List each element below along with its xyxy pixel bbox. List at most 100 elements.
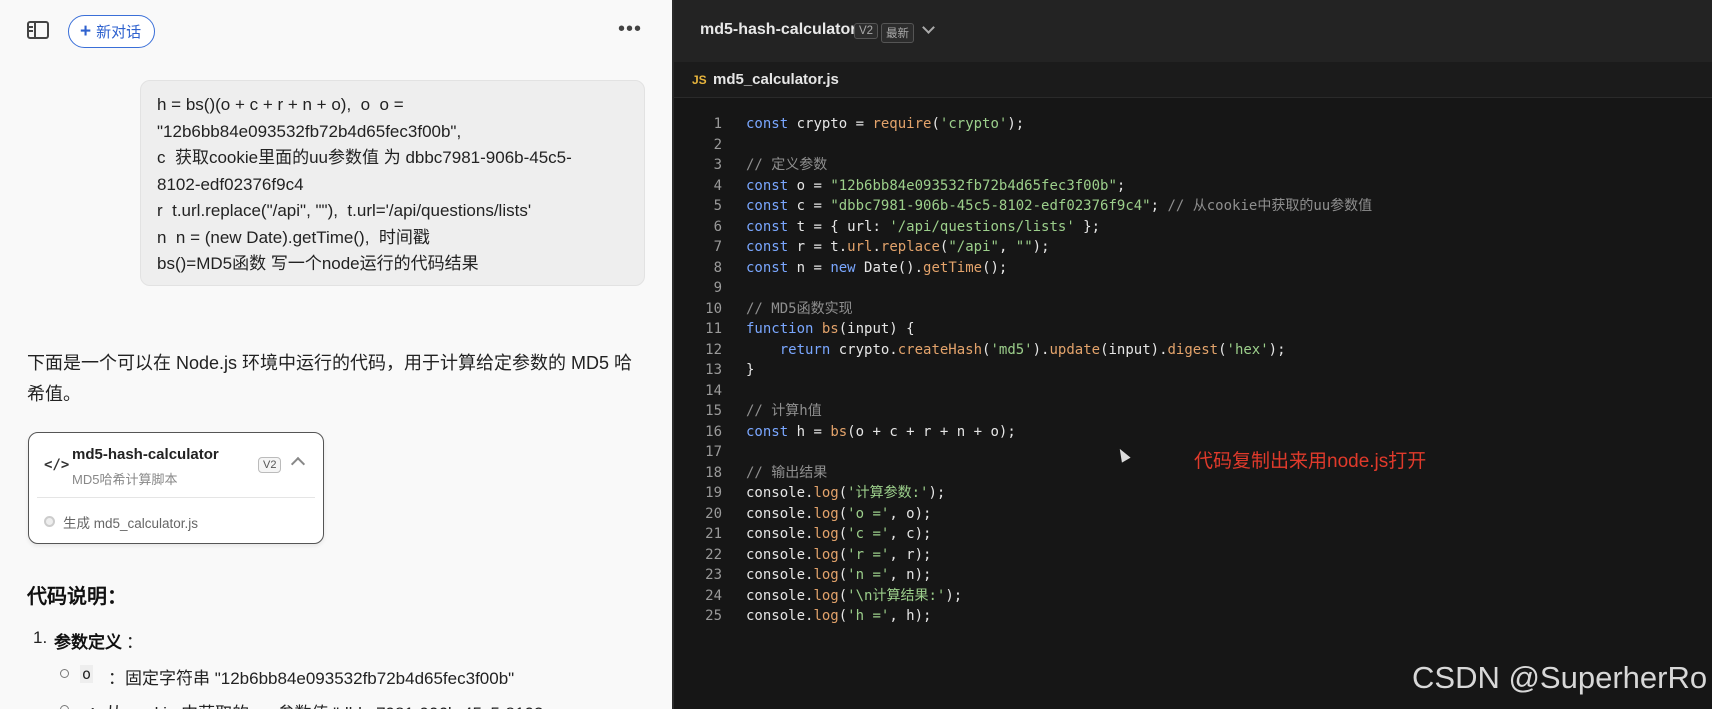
user-message-line: c 获取cookie里面的uu参数值 为 dbbc7981-906b-45c5- xyxy=(157,148,572,167)
line-number: 19 xyxy=(705,485,722,501)
line-number: 4 xyxy=(713,177,722,194)
line-number: 6 xyxy=(713,218,722,235)
code-line: 20 console.log('o =', o); xyxy=(674,504,1712,525)
code-text: console.log('o =', o); xyxy=(746,505,932,522)
line-number: 5 xyxy=(713,198,722,214)
user-message-line: 8102-edf02376f9c4 xyxy=(157,174,304,194)
code-text: // 计算h值 xyxy=(746,403,822,419)
code-line: 23 console.log('n =', n); xyxy=(674,565,1712,586)
code-text: function bs(input) { xyxy=(746,321,915,337)
chevron-down-icon[interactable] xyxy=(922,21,935,34)
code-text: console.log('h =', h); xyxy=(746,608,932,624)
artifact-title: md5-hash-calculator xyxy=(72,446,219,463)
artifact-panel-title: md5-hash-calculator xyxy=(700,21,857,38)
user-message-line: h = bs()(o + c + r + n + o), o o = xyxy=(157,95,404,114)
line-number: 17 xyxy=(705,444,722,460)
code-line: 12 return crypto.createHash('md5').updat… xyxy=(674,340,1712,361)
list-subitem-text: ：固定字符串 "12b6bb84e093532fb72b4d65fec3f00b… xyxy=(108,669,515,688)
user-message-line: bs()=MD5函数 写一个node运行的代码结果 xyxy=(157,254,479,273)
line-number: 18 xyxy=(705,464,722,481)
code-line: 16 const h = bs(o + c + r + n + o); xyxy=(674,422,1712,443)
code-line: 14 xyxy=(674,381,1712,402)
line-number: 23 xyxy=(705,567,722,583)
code-line: 2 xyxy=(674,135,1712,156)
inline-code: o xyxy=(80,665,94,683)
code-line: 19 console.log('计算参数:'); xyxy=(674,483,1712,504)
user-message: h = bs()(o + c + r + n + o), o o = "12b6… xyxy=(140,80,645,286)
code-text: console.log('\n计算结果:'); xyxy=(746,587,963,604)
file-tab-bar: JS md5_calculator.js xyxy=(674,62,1712,98)
line-number: 13 xyxy=(705,362,722,378)
line-number: 11 xyxy=(705,321,722,337)
line-number: 14 xyxy=(705,382,722,399)
user-message-line: n n = (new Date).getTime(), 时间戳 xyxy=(157,227,430,247)
code-line: 9 xyxy=(674,278,1712,299)
bullet-icon xyxy=(60,669,69,678)
line-number: 15 xyxy=(705,403,722,419)
divider xyxy=(37,497,315,498)
watermark: CSDN @SuperherRo xyxy=(1412,660,1708,695)
code-line: 3 // 定义参数 xyxy=(674,155,1712,176)
code-text: // MD5函数实现 xyxy=(746,300,853,317)
code-text: // 输出结果 xyxy=(746,464,828,481)
code-line: 4 const o = "12b6bb84e093532fb72b4d65fec3… xyxy=(674,176,1712,197)
code-text: const o = "12b6bb84e093532fb72b4d65fec3f… xyxy=(746,177,1126,194)
version-badge: V2 xyxy=(258,457,282,473)
artifact-card[interactable]: </> md5-hash-calculator MD5哈希计算脚本 V2 生成 … xyxy=(28,432,324,544)
code-line: 5 const c = "dbbc7981-906b-45c5-8102-edf0… xyxy=(674,196,1712,217)
code-text: const crypto = require('crypto'); xyxy=(746,116,1025,132)
code-line: 10 // MD5函数实现 xyxy=(674,299,1712,320)
line-number: 2 xyxy=(713,136,722,153)
code-text: console.log('n =', n); xyxy=(746,567,932,583)
list-label: 参数定义 xyxy=(54,633,122,652)
code-text: const h = bs(o + c + r + n + o); xyxy=(746,423,1016,440)
code-text: console.log('c =', c); xyxy=(746,526,932,542)
line-number: 16 xyxy=(705,423,722,440)
line-number: 1 xyxy=(713,116,722,132)
code-text: } xyxy=(746,362,755,378)
code-line: 7 const r = t.url.replace("/api", ""); xyxy=(674,237,1712,258)
artifact-header: md5-hash-calculator V2 最新 xyxy=(674,0,1712,62)
chevron-up-icon[interactable] xyxy=(290,456,306,472)
code-line: 25 console.log('h =', h); xyxy=(674,606,1712,627)
line-number: 3 xyxy=(713,157,722,173)
tab-file-name[interactable]: md5_calculator.js xyxy=(713,71,839,88)
code-line: 8 const n = new Date().getTime(); xyxy=(674,258,1712,279)
more-options-icon[interactable]: ••• xyxy=(618,18,642,41)
code-line: 24 console.log('\n计算结果:'); xyxy=(674,586,1712,607)
code-text: return crypto.createHash('md5').update(i… xyxy=(779,341,1286,358)
plus-icon: + xyxy=(80,21,92,42)
user-message-line: r t.url.replace("/api", ""), t.url='/api… xyxy=(157,201,532,220)
version-badge: V2 xyxy=(854,23,879,39)
code-text: console.log('r =', r); xyxy=(746,546,932,563)
line-number: 10 xyxy=(705,300,722,317)
code-line: 22 console.log('r =', r); xyxy=(674,545,1712,566)
line-number: 7 xyxy=(713,239,722,255)
line-number: 8 xyxy=(713,259,722,276)
code-line: 1 const crypto = require('crypto'); xyxy=(674,114,1712,135)
line-number: 12 xyxy=(705,341,722,358)
code-text: console.log('计算参数:'); xyxy=(746,485,946,501)
code-line: 18 // 输出结果 xyxy=(674,463,1712,484)
line-number: 9 xyxy=(713,280,722,296)
list-colon: ： xyxy=(126,633,143,652)
line-number: 24 xyxy=(705,587,722,604)
line-number: 25 xyxy=(705,608,722,624)
new-chat-button[interactable]: + 新对话 xyxy=(68,15,156,48)
code-text: const n = new Date().getTime(); xyxy=(746,259,1008,276)
artifact-subtitle: MD5哈希计算脚本 xyxy=(72,472,178,487)
code-line: 11 function bs(input) { xyxy=(674,319,1712,340)
latest-badge: 最新 xyxy=(881,23,914,43)
list-subitem-text: c：从 cookie 中获取的 uu 参数值 "dbbc7981-906b-45… xyxy=(80,699,543,709)
code-editor[interactable]: 1 const crypto = require('crypto'); 2 3// 定… xyxy=(674,114,1712,627)
code-line: 6 const t = { url: '/api/questions/lists'… xyxy=(674,217,1712,238)
line-number: 22 xyxy=(705,546,722,563)
chat-topbar: + 新对话 ••• xyxy=(0,0,672,62)
status-dot-icon xyxy=(44,516,55,527)
bullet-icon xyxy=(60,705,69,709)
line-number: 21 xyxy=(705,526,722,542)
new-chat-label: 新对话 xyxy=(96,24,142,41)
assistant-intro-text: 下面是一个可以在 Node.js 环境中运行的代码，用于计算给定参数的 MD5 … xyxy=(27,353,633,404)
code-text: const r = t.url.replace("/api", ""); xyxy=(746,239,1050,255)
sidebar-toggle-icon[interactable] xyxy=(27,21,49,39)
